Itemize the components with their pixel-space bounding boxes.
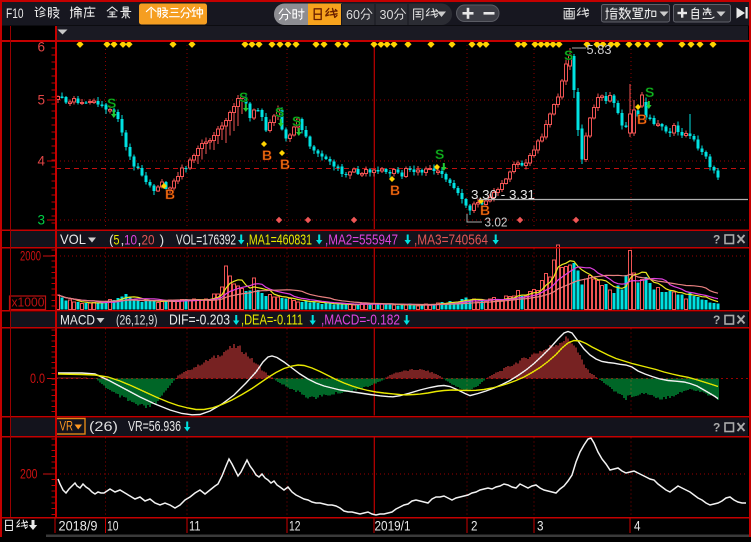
svg-text:5: 5: [114, 232, 120, 248]
svg-text:VR=56.936: VR=56.936: [128, 418, 181, 435]
svg-text:VOL=176392: VOL=176392: [176, 232, 236, 249]
svg-text:S: S: [645, 84, 654, 100]
svg-text:,MA3=740564: ,MA3=740564: [414, 232, 488, 249]
svg-text:?: ?: [713, 421, 720, 435]
svg-text:MACD: MACD: [60, 312, 95, 328]
svg-text:10: 10: [107, 519, 119, 534]
svg-text:B: B: [262, 147, 272, 163]
svg-text:200: 200: [20, 467, 38, 482]
svg-text:2018/9: 2018/9: [59, 519, 98, 534]
svg-text:2019/1: 2019/1: [375, 519, 411, 534]
svg-text:4: 4: [634, 519, 641, 534]
svg-text:S: S: [239, 89, 248, 105]
svg-text:60: 60: [346, 8, 360, 22]
svg-text:F10: F10: [6, 6, 24, 21]
svg-text:S: S: [435, 146, 444, 162]
svg-text:B: B: [280, 156, 290, 172]
svg-text:3: 3: [537, 519, 544, 534]
svg-text:S: S: [275, 104, 284, 120]
svg-text:(26): (26): [89, 418, 118, 434]
svg-text:3: 3: [37, 213, 45, 228]
svg-text:5.83: 5.83: [587, 42, 612, 57]
svg-text:0.0: 0.0: [30, 371, 45, 386]
svg-text:30: 30: [380, 8, 394, 22]
svg-text:,MA2=555947: ,MA2=555947: [325, 232, 398, 249]
svg-text:B: B: [165, 186, 175, 202]
svg-text:12: 12: [289, 519, 301, 534]
svg-text:20: 20: [142, 232, 155, 248]
svg-text:S: S: [292, 113, 301, 129]
svg-text:,DEA=-0.111: ,DEA=-0.111: [241, 312, 303, 329]
svg-text:S: S: [107, 95, 116, 111]
svg-text:): ): [160, 232, 165, 248]
svg-text:10: 10: [124, 232, 137, 248]
svg-text:B: B: [637, 111, 647, 127]
svg-text:S: S: [564, 47, 573, 63]
svg-text:2000: 2000: [20, 249, 41, 264]
svg-text:?: ?: [713, 313, 720, 327]
svg-text:VOL: VOL: [60, 231, 86, 247]
svg-text:B: B: [390, 182, 400, 198]
svg-text:4: 4: [37, 154, 45, 169]
svg-text:DIF=-0.203: DIF=-0.203: [169, 312, 230, 329]
svg-text:x1000: x1000: [12, 296, 45, 310]
svg-text:11: 11: [189, 519, 201, 534]
svg-text:VR: VR: [60, 418, 74, 434]
svg-text:3.30 - 3.31: 3.30 - 3.31: [471, 187, 535, 202]
svg-text:5: 5: [37, 93, 45, 108]
svg-text:,MACD=-0.182: ,MACD=-0.182: [321, 312, 400, 329]
svg-text:(26,12,9): (26,12,9): [116, 312, 158, 328]
svg-text:2: 2: [471, 519, 478, 534]
svg-text:,MA1=460831: ,MA1=460831: [246, 232, 312, 249]
svg-text:?: ?: [713, 233, 720, 247]
svg-text:3.02: 3.02: [485, 215, 508, 230]
